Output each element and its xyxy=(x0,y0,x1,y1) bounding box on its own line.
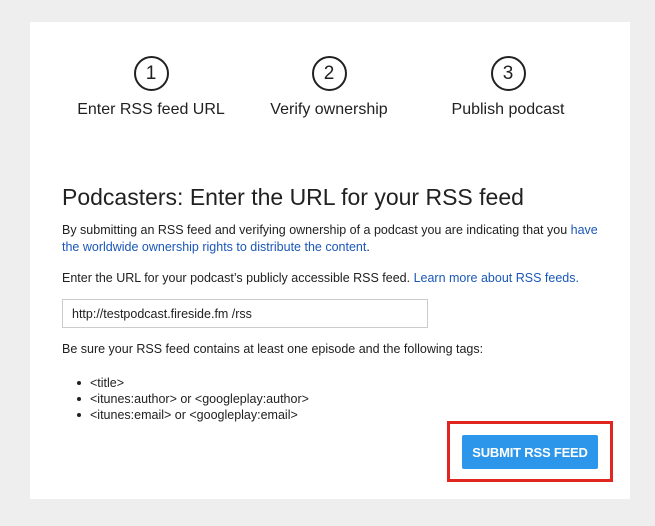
ownership-period: . xyxy=(366,240,370,254)
step-3-label: Publish podcast xyxy=(451,101,565,118)
step-1: 1 Enter RSS feed URL xyxy=(61,56,241,119)
list-item: <title> xyxy=(77,375,607,391)
required-tags-list: <title> <itunes:author> or <googleplay:a… xyxy=(62,375,607,423)
step-1-number: 1 xyxy=(133,56,169,91)
ownership-text: By submitting an RSS feed and verifying … xyxy=(62,223,568,237)
page-title: Podcasters: Enter the URL for your RSS f… xyxy=(62,184,524,210)
submit-rss-feed-button[interactable]: SUBMIT RSS FEED xyxy=(462,435,598,469)
main-content: Podcasters: Enter the URL for your RSS f… xyxy=(62,182,607,423)
url-prompt: Enter the URL for your podcast’s publicl… xyxy=(62,270,607,287)
list-item: <itunes:author> or <googleplay:author> xyxy=(77,391,607,407)
step-3-number: 3 xyxy=(490,56,526,91)
ownership-notice: By submitting an RSS feed and verifying … xyxy=(62,222,607,256)
step-1-label: Enter RSS feed URL xyxy=(77,101,225,118)
step-2-label: Verify ownership xyxy=(270,101,388,118)
url-prompt-text: Enter the URL for your podcast’s publicl… xyxy=(62,271,411,285)
rss-url-input[interactable] xyxy=(62,299,428,328)
learn-more-rss-link[interactable]: Learn more about RSS feeds. xyxy=(414,271,579,285)
requirements-text: Be sure your RSS feed contains at least … xyxy=(62,342,484,356)
step-2: 2 Verify ownership xyxy=(239,56,419,119)
step-3: 3 Publish podcast xyxy=(418,56,598,119)
progress-steps: 1 Enter RSS feed URL 2 Verify ownership … xyxy=(30,56,630,119)
rss-submission-card: 1 Enter RSS feed URL 2 Verify ownership … xyxy=(30,22,630,499)
step-2-number: 2 xyxy=(311,56,347,91)
